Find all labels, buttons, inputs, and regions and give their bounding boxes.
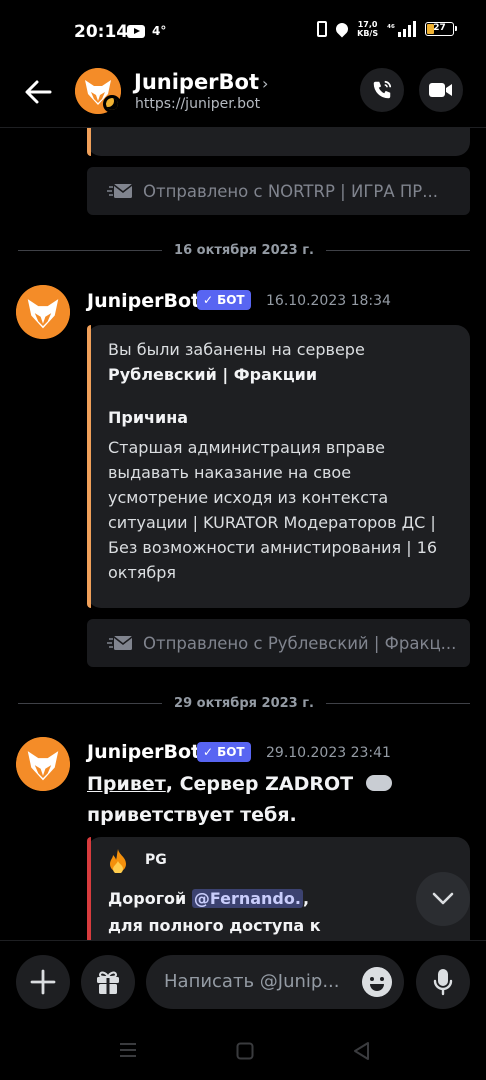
status-idle-icon	[103, 95, 121, 113]
message-text: , Сервер ZADROT	[165, 773, 354, 795]
message-list[interactable]: Отправлено с NORTRP | ИГРА ПР... 16 октя…	[0, 128, 486, 940]
vibrate-icon	[317, 21, 328, 37]
gift-button[interactable]	[81, 955, 135, 1009]
message-timestamp: 29.10.2023 23:41	[266, 745, 391, 761]
microphone-icon	[433, 969, 453, 996]
message-author[interactable]: JuniperBot	[87, 290, 200, 312]
message-input[interactable]: Написать @Junip...	[146, 955, 404, 1009]
embed-field-title: Причина	[108, 408, 189, 427]
mail-icon	[107, 636, 133, 650]
embed-footer-text: Отправлено с NORTRP | ИГРА ПР...	[143, 181, 438, 201]
avatar[interactable]	[16, 285, 70, 339]
emoji-icon[interactable]	[362, 967, 392, 997]
embed-field-value: Старшая администрация вправе выдавать на…	[108, 438, 438, 582]
embed-accent-bar	[87, 837, 91, 940]
message-text: приветствует тебя.	[87, 804, 297, 826]
date-divider: 29 октября 2023 г.	[18, 693, 471, 713]
embed-author: PG	[145, 852, 167, 868]
embed-description: Дорогой @Fernando., для полного доступа …	[108, 885, 448, 939]
embed-text: Вы были забанены на сервере	[108, 340, 365, 359]
embed-card: Вы были забанены на сервере Рублевский |…	[87, 325, 470, 608]
embed-card	[87, 128, 470, 156]
call-button[interactable]	[360, 68, 404, 112]
bot-badge: ✓ БОТ	[197, 290, 251, 310]
bot-badge-label: БОТ	[217, 745, 245, 759]
bot-badge-label: БОТ	[217, 293, 245, 307]
embed-text: ,	[302, 889, 310, 908]
message-author[interactable]: JuniperBot	[87, 741, 200, 763]
embed-footer: Отправлено с NORTRP | ИГРА ПР...	[87, 167, 470, 215]
chevron-right-icon[interactable]: ›	[262, 74, 268, 93]
network-speed-unit: KB/S	[357, 29, 379, 38]
header-subtitle: https://juniper.bot	[135, 96, 261, 112]
date-divider-label: 29 октября 2023 г.	[174, 695, 314, 711]
network-speed: 17,0 KB/S	[357, 20, 378, 38]
check-icon: ✓	[203, 293, 214, 307]
add-attachment-button[interactable]	[16, 955, 70, 1009]
signal-icon	[398, 21, 416, 37]
gamepad-emoji-icon	[365, 775, 392, 791]
status-icons: 17,0 KB/S ⁴⁶ 27	[317, 20, 457, 38]
network-type: ⁴⁶	[387, 24, 395, 34]
message-timestamp: 16.10.2023 18:34	[266, 293, 391, 309]
status-bar: 20:14 4° 17,0 KB/S ⁴⁶ 27	[0, 0, 486, 62]
embed-footer: Отправлено с Рублевский | Фракц...	[87, 619, 470, 667]
header-title[interactable]: JuniperBot	[134, 70, 259, 94]
battery-icon: 27	[425, 22, 457, 36]
bot-badge: ✓ БОТ	[197, 742, 251, 762]
check-icon: ✓	[203, 745, 214, 759]
embed-accent-bar	[87, 325, 91, 608]
video-call-button[interactable]	[419, 68, 463, 112]
phone-icon	[373, 80, 392, 99]
network-speed-value: 17,0	[357, 20, 378, 29]
youtube-icon	[127, 25, 145, 38]
embed-description: Вы были забанены на сервере Рублевский |…	[108, 337, 448, 387]
voice-message-button[interactable]	[416, 955, 470, 1009]
home-icon[interactable]	[236, 1042, 254, 1060]
location-icon	[333, 20, 351, 38]
message-content: Привет, Сервер ZADROT приветствует тебя.	[87, 769, 392, 831]
embed-text: для полного доступа к	[108, 916, 321, 935]
embed-card: PG Дорогой @Fernando., для полного досту…	[87, 837, 470, 940]
menu-icon[interactable]	[119, 1042, 137, 1058]
chevron-down-icon	[432, 892, 454, 905]
message-input-bar: Написать @Junip...	[0, 940, 486, 1022]
embed-footer-text: Отправлено с Рублевский | Фракц...	[143, 633, 457, 653]
message-input-placeholder: Написать @Junip...	[164, 971, 340, 992]
gift-icon	[97, 971, 119, 994]
embed-server-name: Рублевский | Фракции	[108, 365, 318, 384]
status-temperature: 4°	[152, 24, 167, 38]
chat-header: JuniperBot › https://juniper.bot	[0, 62, 486, 128]
message-link[interactable]: Привет	[87, 773, 166, 795]
fire-icon	[109, 849, 127, 874]
back-icon[interactable]	[352, 1041, 370, 1061]
status-time: 20:14	[74, 22, 129, 42]
system-nav-bar	[0, 1022, 486, 1080]
fox-logo-icon	[16, 285, 70, 339]
jump-to-bottom-button[interactable]	[416, 872, 470, 926]
date-divider-label: 16 октября 2023 г.	[174, 242, 314, 258]
avatar[interactable]	[16, 737, 70, 791]
plus-icon	[30, 969, 56, 995]
camera-icon	[429, 83, 452, 97]
user-mention[interactable]: @Fernando.	[191, 889, 303, 908]
fox-logo-icon	[16, 737, 70, 791]
embed-accent-bar	[87, 128, 91, 156]
embed-text: Дорогой	[108, 889, 192, 908]
mail-icon	[107, 184, 133, 198]
battery-level: 27	[433, 23, 446, 33]
date-divider: 16 октября 2023 г.	[18, 240, 471, 260]
back-arrow-icon[interactable]	[22, 76, 54, 108]
